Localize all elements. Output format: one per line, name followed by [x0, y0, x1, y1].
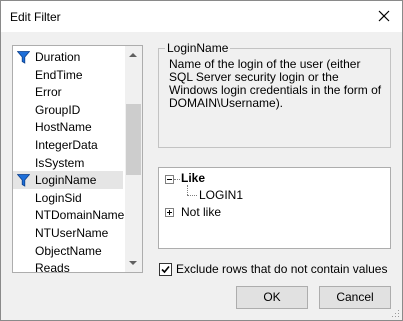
description-text: Name of the login of the user (either SQ…: [169, 57, 382, 110]
field-item[interactable]: IsSystem: [13, 154, 123, 172]
filter-tree[interactable]: Like LOGIN1 Not like: [158, 167, 391, 249]
field-item[interactable]: GroupID: [13, 101, 123, 119]
field-item-label: IntegerData: [35, 138, 98, 152]
cancel-button[interactable]: Cancel: [319, 286, 391, 309]
edit-filter-dialog: Edit Filter Duration EndTime Error GroupID H…: [0, 0, 403, 321]
field-item[interactable]: HostName: [13, 118, 123, 136]
checkmark-icon: [161, 265, 170, 274]
field-item-label: LoginName: [35, 173, 97, 188]
field-item-label: Duration: [35, 50, 81, 64]
column-description-group: LoginName Name of the login of the user …: [158, 41, 391, 148]
field-item[interactable]: Duration: [13, 48, 123, 66]
field-item[interactable]: IntegerData: [13, 136, 123, 154]
resize-grip-icon[interactable]: [390, 308, 400, 318]
tree-connector: [187, 195, 197, 196]
collapse-like-icon[interactable]: [165, 175, 174, 184]
field-item-label: IsSystem: [35, 155, 85, 170]
tree-connector: [187, 185, 188, 195]
field-item-label: EndTime: [35, 67, 83, 82]
exclude-rows-checkbox[interactable]: [159, 263, 172, 276]
vertical-scrollbar[interactable]: [125, 46, 142, 272]
field-item[interactable]: LoginName: [13, 171, 123, 190]
tree-node-like-value[interactable]: LOGIN1: [199, 188, 243, 202]
scroll-down-arrow-icon[interactable]: [129, 261, 137, 265]
tree-connector: [174, 179, 180, 180]
description-title: LoginName: [165, 41, 231, 55]
field-item[interactable]: EndTime: [13, 66, 123, 84]
field-item[interactable]: Reads: [13, 259, 123, 273]
field-item-label: NTUserName: [35, 226, 109, 240]
field-item-label: Reads: [35, 261, 70, 273]
field-item[interactable]: NTDomainName: [13, 206, 125, 224]
field-item[interactable]: ObjectName: [13, 242, 123, 260]
field-item-label: HostName: [35, 120, 92, 135]
field-item-label: ObjectName: [35, 243, 102, 258]
scroll-up-arrow-icon[interactable]: [129, 53, 137, 57]
event-column-list[interactable]: Duration EndTime Error GroupID HostName Integ…: [12, 45, 143, 273]
field-item-label: LoginSid: [35, 190, 82, 205]
field-item[interactable]: Error: [13, 83, 123, 101]
ok-button[interactable]: OK: [236, 286, 308, 309]
close-icon: [378, 10, 390, 22]
tree-node-not-like[interactable]: Not like: [181, 205, 221, 219]
scroll-thumb[interactable]: [126, 104, 141, 175]
expand-not-like-icon[interactable]: [165, 208, 174, 217]
field-item[interactable]: LoginSid: [13, 189, 123, 207]
title-bar: Edit Filter: [1, 1, 402, 32]
close-button[interactable]: [372, 5, 396, 27]
field-item-label: GroupID: [35, 102, 81, 117]
dialog-title: Edit Filter: [10, 10, 61, 24]
funnel-filter-icon: [17, 51, 30, 64]
field-item-label: NTDomainName: [35, 208, 125, 223]
exclude-rows-label[interactable]: Exclude rows that do not contain values: [176, 262, 387, 276]
funnel-filter-icon: [17, 174, 30, 187]
field-item-label: Error: [35, 85, 62, 100]
tree-node-like[interactable]: Like: [181, 171, 205, 185]
field-item[interactable]: NTUserName: [13, 224, 123, 242]
